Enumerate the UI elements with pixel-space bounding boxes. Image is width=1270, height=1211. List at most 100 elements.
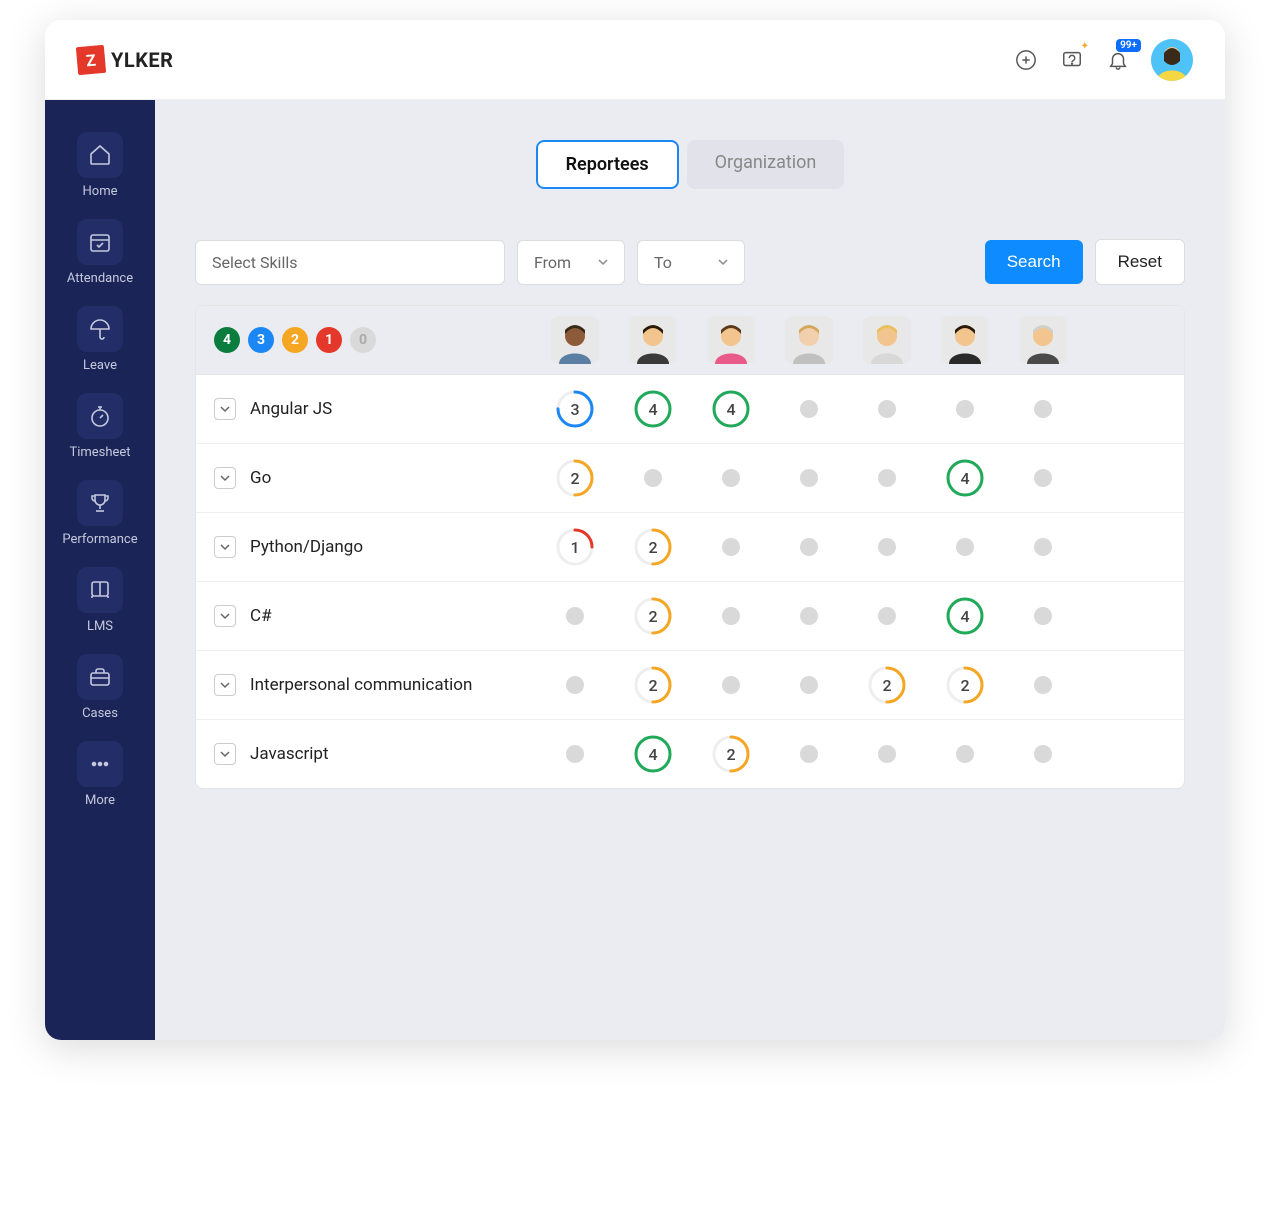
person-column-header[interactable]	[770, 306, 848, 374]
expand-toggle[interactable]	[214, 398, 236, 420]
rating-cell-empty	[1004, 582, 1082, 650]
rating-cell[interactable]: 3	[536, 375, 614, 443]
sidebar-item-attendance[interactable]: Attendance	[55, 211, 145, 290]
rating-value: 2	[726, 745, 735, 764]
rating-ring: 2	[633, 596, 673, 636]
empty-dot-icon	[800, 676, 818, 694]
notifications-button[interactable]: 99+	[1105, 47, 1131, 73]
sidebar-item-home[interactable]: Home	[55, 124, 145, 203]
rating-cell[interactable]: 4	[614, 375, 692, 443]
person-column-header[interactable]	[1004, 306, 1082, 374]
sidebar-item-leave[interactable]: Leave	[55, 298, 145, 377]
tab-organization[interactable]: Organization	[687, 140, 845, 189]
rating-cell[interactable]: 2	[848, 651, 926, 719]
skill-name-cell: C#	[196, 582, 536, 650]
rating-cell[interactable]: 4	[614, 720, 692, 788]
rating-cell-empty	[848, 444, 926, 512]
rating-value: 2	[648, 538, 657, 557]
expand-toggle[interactable]	[214, 674, 236, 696]
home-icon	[88, 143, 112, 167]
to-select[interactable]: To	[637, 240, 745, 285]
briefcase-icon	[88, 665, 112, 689]
rating-cell[interactable]: 2	[614, 651, 692, 719]
rating-value: 1	[570, 538, 579, 557]
person-column-header[interactable]	[692, 306, 770, 374]
sidebar-item-label: Timesheet	[69, 445, 130, 460]
empty-dot-icon	[956, 745, 974, 763]
skill-name: Javascript	[250, 744, 329, 764]
skills-matrix: 4 3 2 1 0 Angular JS 3 4 4	[195, 305, 1185, 789]
sidebar-item-label: Leave	[83, 358, 117, 373]
rating-cell-empty	[536, 582, 614, 650]
person-column-header[interactable]	[536, 306, 614, 374]
umbrella-icon	[88, 317, 112, 341]
person-column-header[interactable]	[926, 306, 1004, 374]
person-column-header[interactable]	[848, 306, 926, 374]
expand-toggle[interactable]	[214, 605, 236, 627]
rating-value: 2	[960, 676, 969, 695]
rating-cell[interactable]: 2	[536, 444, 614, 512]
rating-ring: 2	[945, 665, 985, 705]
rating-value: 4	[960, 607, 969, 626]
empty-dot-icon	[1034, 676, 1052, 694]
sidebar-item-lms[interactable]: LMS	[55, 559, 145, 638]
expand-toggle[interactable]	[214, 467, 236, 489]
user-avatar[interactable]	[1151, 39, 1193, 81]
rating-cell-empty	[692, 582, 770, 650]
legend-level-3: 3	[248, 327, 274, 353]
sidebar-item-performance[interactable]: Performance	[55, 472, 145, 551]
empty-dot-icon	[1034, 400, 1052, 418]
skills-placeholder: Select Skills	[212, 253, 297, 272]
rating-cell-empty	[926, 375, 1004, 443]
brand-badge: Z	[76, 44, 106, 74]
skill-name: C#	[250, 606, 272, 626]
brand-name: YLKER	[111, 48, 173, 72]
sidebar-item-label: LMS	[87, 619, 113, 634]
rating-cell[interactable]: 4	[692, 375, 770, 443]
from-select[interactable]: From	[517, 240, 625, 285]
skill-row: Python/Django 1 2	[196, 513, 1184, 582]
tab-reportees[interactable]: Reportees	[536, 140, 679, 189]
rating-value: 4	[648, 400, 657, 419]
help-button[interactable]: ✦	[1059, 47, 1085, 73]
rating-ring: 4	[945, 458, 985, 498]
rating-cell[interactable]: 4	[926, 444, 1004, 512]
expand-toggle[interactable]	[214, 536, 236, 558]
rating-cell[interactable]: 4	[926, 582, 1004, 650]
rating-cell-empty	[770, 720, 848, 788]
rating-cell[interactable]: 2	[926, 651, 1004, 719]
skills-select[interactable]: Select Skills	[195, 240, 505, 285]
brand-logo: Z YLKER	[77, 46, 173, 74]
rating-ring: 2	[633, 665, 673, 705]
empty-dot-icon	[878, 469, 896, 487]
rating-cell[interactable]: 2	[614, 513, 692, 581]
chevron-down-icon	[220, 404, 230, 414]
chevron-down-icon	[220, 749, 230, 759]
rating-cell[interactable]: 1	[536, 513, 614, 581]
person-column-header[interactable]	[614, 306, 692, 374]
expand-toggle[interactable]	[214, 743, 236, 765]
search-button[interactable]: Search	[985, 240, 1083, 284]
to-label: To	[654, 253, 672, 272]
rating-cell[interactable]: 2	[692, 720, 770, 788]
sidebar-item-more[interactable]: More	[55, 733, 145, 812]
person-avatar	[863, 316, 911, 364]
skill-name: Python/Django	[250, 537, 363, 557]
reset-button[interactable]: Reset	[1095, 239, 1185, 285]
stopwatch-icon	[88, 404, 112, 428]
empty-dot-icon	[800, 745, 818, 763]
rating-value: 2	[648, 607, 657, 626]
empty-dot-icon	[1034, 607, 1052, 625]
rating-cell[interactable]: 2	[614, 582, 692, 650]
sidebar-item-timesheet[interactable]: Timesheet	[55, 385, 145, 464]
sidebar-item-cases[interactable]: Cases	[55, 646, 145, 725]
sidebar: Home Attendance Leave Timesheet Performa…	[45, 100, 155, 1040]
calendar-check-icon	[88, 230, 112, 254]
empty-dot-icon	[800, 538, 818, 556]
rating-value: 2	[882, 676, 891, 695]
add-button[interactable]	[1013, 47, 1039, 73]
person-avatar	[551, 316, 599, 364]
notification-badge: 99+	[1116, 39, 1141, 52]
legend-level-0: 0	[350, 327, 376, 353]
rating-cell-empty	[770, 444, 848, 512]
